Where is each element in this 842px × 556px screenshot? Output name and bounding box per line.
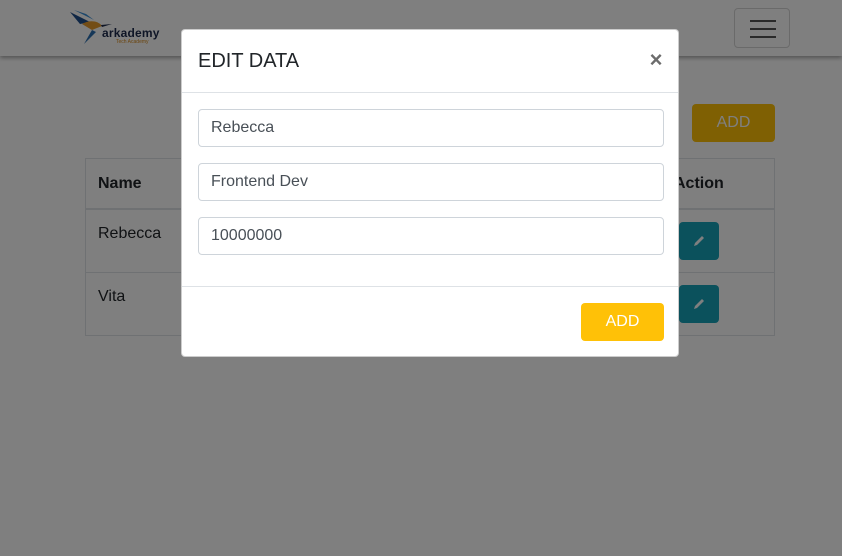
modal-footer: ADD — [182, 287, 678, 357]
modal-body — [182, 93, 678, 287]
modal-header: EDIT DATA × — [182, 30, 678, 93]
modal-add-button[interactable]: ADD — [581, 303, 664, 341]
edit-data-modal: EDIT DATA × ADD — [181, 29, 679, 357]
position-field[interactable] — [198, 163, 664, 201]
salary-field[interactable] — [198, 217, 664, 255]
name-field[interactable] — [198, 109, 664, 147]
close-icon[interactable]: × — [645, 45, 667, 75]
modal-title: EDIT DATA — [198, 50, 300, 72]
